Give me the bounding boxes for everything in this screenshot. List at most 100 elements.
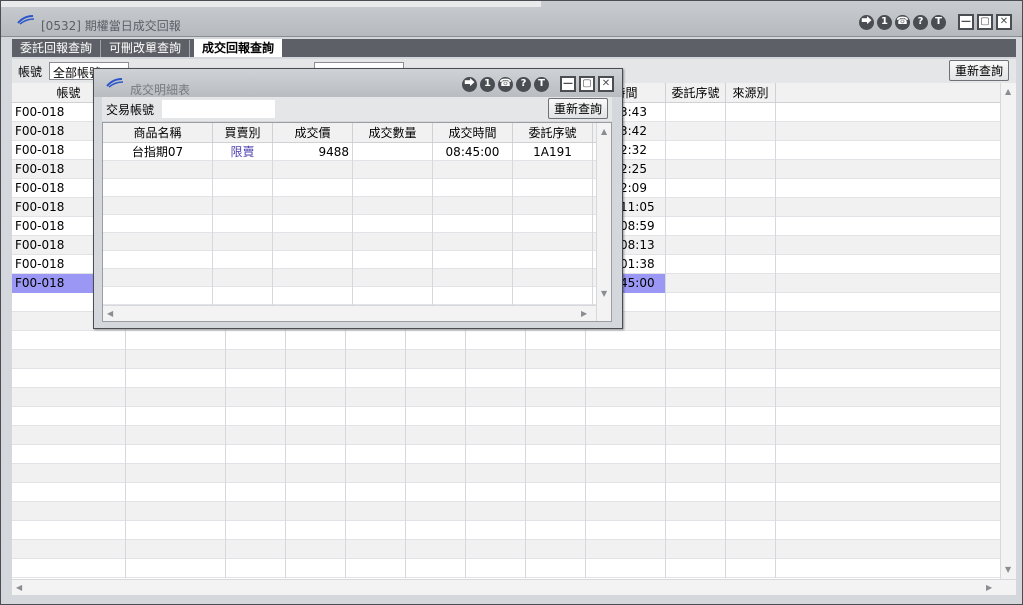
table-row[interactable] [103,179,596,197]
dialog-export-icon[interactable]: ⮕ [462,76,477,92]
table-cell [526,559,586,578]
phone-icon[interactable]: ☎ [895,14,910,30]
table-cell [286,331,346,350]
cell-fill-time [433,197,513,215]
table-row[interactable] [12,464,1000,483]
detail-scroll-left-icon[interactable]: ◀ [107,309,113,318]
tab-cancel-modify[interactable]: 可刪改單查詢 [101,40,191,57]
detail-scroll-up-icon[interactable]: ▲ [601,127,607,136]
topmost-icon[interactable]: T [931,14,946,30]
table-cell [346,502,406,521]
scroll-up-icon[interactable]: ▲ [1005,87,1011,96]
table-cell [726,369,776,388]
dialog-close-button[interactable]: ✕ [598,76,614,92]
dialog-titlebar[interactable]: 成交明細表 ⮕ 1 ☎ ? T — ▢ ✕ [94,69,622,97]
table-row[interactable] [12,350,1000,369]
tab-fill-report[interactable]: 成交回報查詢 [194,39,283,57]
help-icon[interactable]: ? [913,14,928,30]
table-cell [666,236,726,255]
header-order-no[interactable]: 委託序號 [666,83,726,103]
cell-order-no [513,179,593,197]
dialog-minimize-button[interactable]: — [560,76,576,92]
table-row[interactable] [103,269,596,287]
table-row[interactable] [12,369,1000,388]
table-cell [286,483,346,502]
header-detail-order-no[interactable]: 委託序號 [513,123,593,143]
dialog-refresh-button[interactable]: 重新查詢 [548,98,608,119]
table-cell [406,502,466,521]
detail-scroll-right-icon[interactable]: ▶ [581,309,587,318]
table-row[interactable] [12,445,1000,464]
header-fill-time[interactable]: 成交時間 [433,123,513,143]
table-cell [466,464,526,483]
horizontal-scrollbar[interactable]: ◀ ▶ [12,579,1016,595]
header-price[interactable]: 成交價 [273,123,353,143]
tab-order-report[interactable]: 委託回報查詢 [12,40,102,57]
table-cell [226,559,286,578]
table-cell [126,331,226,350]
table-row[interactable] [103,215,596,233]
cell-fill-time [433,287,513,305]
table-row[interactable]: 台指期07 限賣 9488 08:45:00 1A191 [103,143,596,161]
header-side[interactable]: 買賣別 [213,123,273,143]
trade-account-input[interactable] [162,100,275,118]
close-button[interactable]: ✕ [996,14,1012,30]
dialog-topmost-icon[interactable]: T [534,76,549,92]
table-cell [406,369,466,388]
table-cell [726,350,776,369]
cell-order-no [513,215,593,233]
vertical-scrollbar[interactable]: ▲ ▼ [1000,83,1016,579]
table-row[interactable] [103,197,596,215]
cell-account [12,407,126,426]
table-cell [346,331,406,350]
table-row[interactable] [12,388,1000,407]
cell-fill-time: 08:45:00 [433,143,513,161]
scroll-left-icon[interactable]: ◀ [16,583,22,592]
cell-fill-time [433,161,513,179]
table-cell [126,464,226,483]
window-titlebar[interactable]: [0532] 期權當日成交回報 ⮕ 1 ☎ ? T — ▢ ✕ [1,1,1022,37]
header-source[interactable]: 來源別 [726,83,776,103]
table-row[interactable] [12,407,1000,426]
dialog-one-icon[interactable]: 1 [480,76,495,92]
table-row[interactable] [103,251,596,269]
table-cell [726,426,776,445]
cell-side [213,269,273,287]
dialog-maximize-button[interactable]: ▢ [579,76,595,92]
table-row[interactable] [12,331,1000,350]
table-cell [286,521,346,540]
table-row[interactable] [103,233,596,251]
dialog-help-icon[interactable]: ? [516,76,531,92]
table-cell [346,464,406,483]
detail-horizontal-scrollbar[interactable]: ◀ ▶ [103,305,596,321]
table-row[interactable] [12,540,1000,559]
export-icon[interactable]: ⮕ [859,14,874,30]
one-icon[interactable]: 1 [877,14,892,30]
cell-side [213,161,273,179]
table-cell [346,559,406,578]
table-row[interactable] [12,559,1000,578]
table-cell [126,521,226,540]
table-cell [726,559,776,578]
cell-account [12,350,126,369]
detail-vertical-scrollbar[interactable]: ▲ ▼ [596,123,611,321]
maximize-button[interactable]: ▢ [977,14,993,30]
scroll-down-icon[interactable]: ▼ [1005,565,1011,574]
scroll-right-icon[interactable]: ▶ [986,583,992,592]
table-row[interactable] [12,426,1000,445]
table-cell [126,502,226,521]
table-row[interactable] [103,161,596,179]
cell-price [273,161,353,179]
refresh-button[interactable]: 重新查詢 [949,60,1009,81]
header-product[interactable]: 商品名稱 [103,123,213,143]
table-row[interactable] [103,287,596,305]
minimize-button[interactable]: — [958,14,974,30]
header-qty[interactable]: 成交數量 [353,123,433,143]
dialog-phone-icon[interactable]: ☎ [498,76,513,92]
table-cell [126,483,226,502]
table-row[interactable] [12,483,1000,502]
table-row[interactable] [12,521,1000,540]
table-row[interactable] [12,502,1000,521]
cell-product [103,233,213,251]
detail-scroll-down-icon[interactable]: ▼ [601,289,607,298]
